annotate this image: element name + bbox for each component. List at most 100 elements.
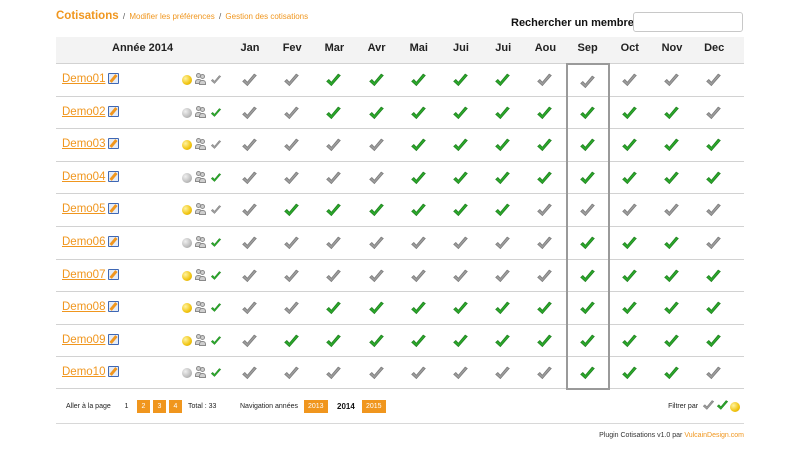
unpaid-check-icon[interactable] xyxy=(692,231,736,255)
unpaid-check-icon[interactable] xyxy=(355,264,399,288)
page-4-button[interactable]: 4 xyxy=(169,400,182,413)
unpaid-check-icon[interactable] xyxy=(270,68,314,92)
paid-check-icon[interactable] xyxy=(608,329,652,353)
month-header-nov[interactable]: Nov xyxy=(650,42,694,54)
edit-icon[interactable] xyxy=(108,235,119,247)
member-name-link[interactable]: Demo10 xyxy=(62,366,105,378)
unpaid-check-icon[interactable] xyxy=(397,264,441,288)
unpaid-check-icon[interactable] xyxy=(523,231,567,255)
paid-filter-icon[interactable] xyxy=(716,399,729,414)
paid-check-icon[interactable] xyxy=(355,101,399,125)
paid-check-icon[interactable] xyxy=(481,166,525,190)
unpaid-check-icon[interactable] xyxy=(355,166,399,190)
unpaid-check-icon[interactable] xyxy=(608,68,652,92)
unpaid-check-icon[interactable] xyxy=(397,231,441,255)
unpaid-check-icon[interactable] xyxy=(565,63,610,97)
paid-check-icon[interactable] xyxy=(312,329,356,353)
paid-check-icon[interactable] xyxy=(312,68,356,92)
paid-check-icon[interactable] xyxy=(565,258,610,293)
page-1-link[interactable]: 1 xyxy=(120,400,133,413)
unpaid-check-icon[interactable] xyxy=(692,68,736,92)
paid-check-icon[interactable] xyxy=(523,296,567,320)
paid-check-icon[interactable] xyxy=(481,133,525,157)
preferences-link[interactable]: Modifier les préférences xyxy=(129,12,214,21)
unpaid-check-icon[interactable] xyxy=(312,166,356,190)
paid-check-icon[interactable] xyxy=(650,101,694,125)
paid-check-icon[interactable] xyxy=(481,68,525,92)
member-name-link[interactable]: Demo05 xyxy=(62,203,105,215)
paid-check-icon[interactable] xyxy=(355,68,399,92)
paid-check-icon[interactable] xyxy=(692,264,736,288)
paid-check-icon[interactable] xyxy=(397,68,441,92)
paid-check-icon[interactable] xyxy=(565,95,610,130)
unpaid-check-icon[interactable] xyxy=(228,101,272,125)
unpaid-check-icon[interactable] xyxy=(692,198,736,222)
paid-check-icon[interactable] xyxy=(608,264,652,288)
edit-icon[interactable] xyxy=(108,170,119,182)
paid-check-icon[interactable] xyxy=(692,329,736,353)
unpaid-check-icon[interactable] xyxy=(650,198,694,222)
unpaid-check-icon[interactable] xyxy=(355,231,399,255)
member-name-link[interactable]: Demo02 xyxy=(62,106,105,118)
paid-check-icon[interactable] xyxy=(650,133,694,157)
paid-check-icon[interactable] xyxy=(355,296,399,320)
paid-check-icon[interactable] xyxy=(481,296,525,320)
paid-check-icon[interactable] xyxy=(439,198,483,222)
vulcaindesign-link[interactable]: VulcainDesign.com xyxy=(684,432,744,439)
unpaid-filter-icon[interactable] xyxy=(702,399,715,414)
unpaid-check-icon[interactable] xyxy=(270,231,314,255)
edit-icon[interactable] xyxy=(108,138,119,150)
unpaid-check-icon[interactable] xyxy=(312,264,356,288)
paid-check-icon[interactable] xyxy=(270,198,314,222)
paid-check-icon[interactable] xyxy=(439,296,483,320)
unpaid-check-icon[interactable] xyxy=(228,329,272,353)
unpaid-check-icon[interactable] xyxy=(481,231,525,255)
paid-check-icon[interactable] xyxy=(523,133,567,157)
search-input[interactable] xyxy=(633,12,743,32)
paid-check-icon[interactable] xyxy=(481,198,525,222)
paid-check-icon[interactable] xyxy=(608,361,652,385)
unpaid-check-icon[interactable] xyxy=(228,166,272,190)
unpaid-check-icon[interactable] xyxy=(608,198,652,222)
unpaid-check-icon[interactable] xyxy=(228,361,272,385)
prev-year-button[interactable]: 2013 xyxy=(304,400,328,413)
unpaid-check-icon[interactable] xyxy=(228,296,272,320)
member-name-link[interactable]: Demo07 xyxy=(62,269,105,281)
unpaid-check-icon[interactable] xyxy=(523,198,567,222)
unpaid-check-icon[interactable] xyxy=(397,361,441,385)
paid-check-icon[interactable] xyxy=(481,329,525,353)
paid-check-icon[interactable] xyxy=(312,296,356,320)
paid-check-icon[interactable] xyxy=(650,329,694,353)
unpaid-check-icon[interactable] xyxy=(270,101,314,125)
paid-check-icon[interactable] xyxy=(608,166,652,190)
paid-check-icon[interactable] xyxy=(481,101,525,125)
unpaid-check-icon[interactable] xyxy=(270,133,314,157)
unpaid-check-icon[interactable] xyxy=(228,264,272,288)
paid-check-icon[interactable] xyxy=(565,323,610,358)
gold-dot-filter-icon[interactable] xyxy=(730,401,740,412)
next-year-button[interactable]: 2015 xyxy=(362,400,386,413)
paid-check-icon[interactable] xyxy=(397,166,441,190)
paid-check-icon[interactable] xyxy=(397,198,441,222)
paid-check-icon[interactable] xyxy=(439,101,483,125)
edit-icon[interactable] xyxy=(108,366,119,378)
unpaid-check-icon[interactable] xyxy=(312,361,356,385)
unpaid-check-icon[interactable] xyxy=(228,198,272,222)
paid-check-icon[interactable] xyxy=(608,296,652,320)
member-name-link[interactable]: Demo01 xyxy=(62,73,105,85)
paid-check-icon[interactable] xyxy=(650,166,694,190)
month-header-jan[interactable]: Jan xyxy=(228,42,272,54)
month-header-jui[interactable]: Jui xyxy=(481,42,525,54)
unpaid-check-icon[interactable] xyxy=(523,68,567,92)
unpaid-check-icon[interactable] xyxy=(481,361,525,385)
paid-check-icon[interactable] xyxy=(565,291,610,325)
paid-check-icon[interactable] xyxy=(312,198,356,222)
month-header-sep[interactable]: Sep xyxy=(566,42,610,54)
paid-check-icon[interactable] xyxy=(650,361,694,385)
paid-check-icon[interactable] xyxy=(312,101,356,125)
paid-check-icon[interactable] xyxy=(650,231,694,255)
member-name-link[interactable]: Demo08 xyxy=(62,301,105,313)
unpaid-check-icon[interactable] xyxy=(228,133,272,157)
paid-check-icon[interactable] xyxy=(439,133,483,157)
unpaid-check-icon[interactable] xyxy=(228,231,272,255)
